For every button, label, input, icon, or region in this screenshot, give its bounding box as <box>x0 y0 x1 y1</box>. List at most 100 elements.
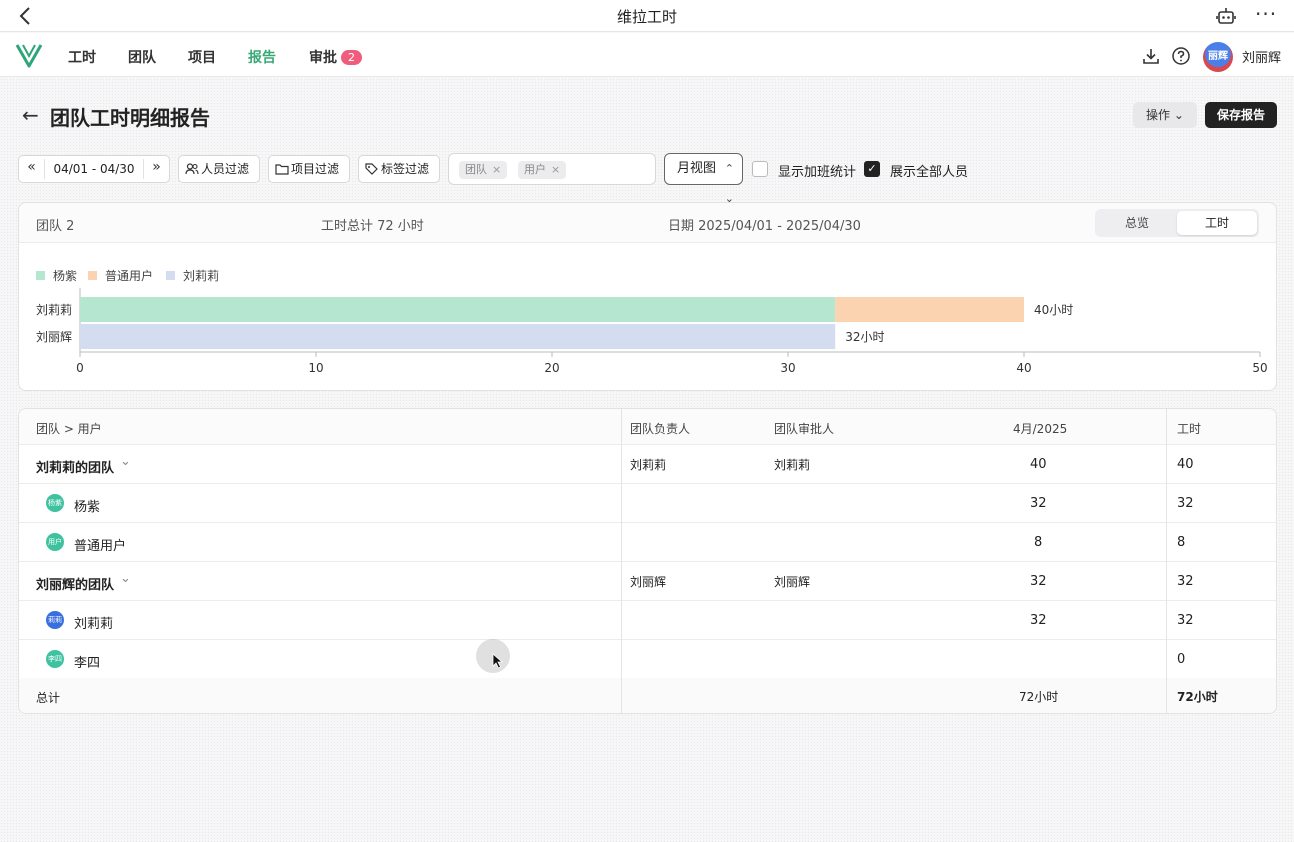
user-row[interactable]: 杨紫 杨紫 32 32 <box>19 484 1276 523</box>
header-team-user: 团队 > 用户 <box>36 422 102 436</box>
grand-total: 72小时 <box>1177 690 1218 704</box>
user-row[interactable]: 莉莉 刘莉莉 32 32 <box>19 601 1276 640</box>
user-avatar: 李四 <box>46 650 64 668</box>
approval-count-badge: 2 <box>341 50 362 65</box>
mouse-cursor-icon <box>492 653 504 669</box>
remove-chip-icon[interactable]: × <box>551 163 560 176</box>
help-icon[interactable] <box>1171 46 1191 66</box>
nav-reports[interactable]: 报告 <box>248 47 276 67</box>
x-tick-label: 0 <box>76 361 84 375</box>
tag-filter-label: 标签过滤 <box>381 162 430 176</box>
view-toggle: 总览 工时 <box>1095 209 1259 237</box>
column-divider <box>621 409 622 713</box>
header-hours: 工时 <box>1177 422 1202 436</box>
tab-overview[interactable]: 总览 <box>1097 211 1177 235</box>
total-hours: 32 <box>1177 574 1194 589</box>
x-tick-label: 50 <box>1252 361 1267 375</box>
user-row[interactable]: 李四 李四 0 <box>19 640 1276 679</box>
legend-item[interactable]: 杨紫 <box>36 267 77 284</box>
legend-swatch <box>36 271 45 280</box>
people-filter-button[interactable]: 人员过滤 <box>178 155 260 183</box>
nav-approvals-label: 审批 <box>309 50 337 66</box>
user-name[interactable]: 刘丽辉 <box>1242 47 1281 66</box>
page-back-arrow-icon[interactable]: ← <box>22 103 39 127</box>
user-row[interactable]: 用户 普通用户 8 8 <box>19 523 1276 562</box>
summary-total: 工时总计 72 小时 <box>321 219 424 234</box>
month-hours: 8 <box>1034 535 1043 550</box>
view-select-value: 月视图 <box>677 161 717 176</box>
legend-swatch <box>166 271 175 280</box>
total-hours: 32 <box>1177 613 1194 628</box>
team-row[interactable]: 刘莉莉的团队 ⌄ 刘莉莉 刘莉莉 40 40 <box>19 445 1276 484</box>
user-name: 刘莉莉 <box>74 617 114 632</box>
chevron-down-icon[interactable]: ⌄ <box>120 571 131 586</box>
chevron-down-icon[interactable]: ⌄ <box>120 454 131 469</box>
next-period-icon[interactable]: » <box>143 159 169 179</box>
user-avatar: 用户 <box>46 533 64 551</box>
x-tick-label: 20 <box>544 361 559 375</box>
show-all-people-checkbox[interactable]: ✓ <box>864 161 880 177</box>
category-label: 刘丽辉 <box>36 330 72 344</box>
download-icon[interactable] <box>1141 46 1161 66</box>
legend-label: 刘莉莉 <box>183 269 220 283</box>
checkmark-icon: ✓ <box>867 162 877 175</box>
prev-period-icon[interactable]: « <box>19 159 45 179</box>
nav-teams[interactable]: 团队 <box>128 47 156 67</box>
total-hours: 40 <box>1177 457 1194 472</box>
total-hours: 0 <box>1177 652 1186 667</box>
total-hours: 8 <box>1177 535 1186 550</box>
save-report-button[interactable]: 保存报告 <box>1205 102 1277 128</box>
nav-projects[interactable]: 项目 <box>188 47 216 67</box>
month-hours: 40 <box>1030 457 1047 472</box>
team-name: 刘丽辉的团队 <box>36 578 115 593</box>
user-avatar[interactable]: 丽辉 <box>1203 42 1233 72</box>
team-row[interactable]: 刘丽辉的团队 ⌄ 刘丽辉 刘丽辉 32 32 <box>19 562 1276 601</box>
chart-card: 团队 2 工时总计 72 小时 日期 2025/04/01 - 2025/04/… <box>18 202 1277 391</box>
category-label: 刘莉莉 <box>36 303 72 317</box>
bar-segment <box>835 297 1024 322</box>
people-icon <box>185 163 199 175</box>
x-tick-label: 30 <box>780 361 795 375</box>
date-range[interactable]: 04/01 - 04/30 <box>47 162 141 176</box>
x-tick-label: 10 <box>308 361 323 375</box>
more-icon[interactable]: ··· <box>1255 2 1277 26</box>
legend-label: 普通用户 <box>105 269 154 283</box>
user-avatar: 莉莉 <box>46 611 64 629</box>
group-by-input[interactable]: 团队 × 用户 × <box>448 153 656 185</box>
legend-label: 杨紫 <box>53 269 78 283</box>
header-leader: 团队负责人 <box>630 422 691 436</box>
show-all-people-label: 展示全部人员 <box>890 165 969 180</box>
tag-filter-button[interactable]: 标签过滤 <box>358 155 440 183</box>
total-row: 总计 72小时 72小时 <box>19 678 1276 713</box>
bar-value-label: 32小时 <box>845 330 884 344</box>
report-table: 团队 > 用户 团队负责人 团队审批人 4月/2025 工时 刘莉莉的团队 ⌄ … <box>18 408 1277 714</box>
chip-team: 团队 × <box>459 161 508 179</box>
team-leader: 刘丽辉 <box>630 575 667 589</box>
top-nav: 工时 团队 项目 报告 审批 2 丽辉 刘丽辉 <box>0 33 1294 77</box>
legend-item[interactable]: 刘莉莉 <box>166 267 219 284</box>
logo-icon <box>15 44 43 68</box>
summary-team: 团队 2 <box>36 219 75 234</box>
operations-dropdown-button[interactable]: 操作 ⌄ <box>1133 102 1197 128</box>
month-hours: 32 <box>1030 574 1047 589</box>
tab-hours[interactable]: 工时 <box>1177 211 1257 235</box>
team-name: 刘莉莉的团队 <box>36 461 115 476</box>
chip-team-label: 团队 <box>465 163 487 176</box>
project-filter-button[interactable]: 项目过滤 <box>268 155 350 183</box>
chip-user: 用户 × <box>518 161 567 179</box>
nav-approvals[interactable]: 审批 2 <box>309 47 362 67</box>
tag-icon <box>365 163 378 175</box>
legend-item[interactable]: 普通用户 <box>88 267 153 284</box>
show-overtime-checkbox[interactable] <box>752 161 768 177</box>
user-avatar: 杨紫 <box>46 494 64 512</box>
date-range-picker: « 04/01 - 04/30 » <box>18 155 170 183</box>
chart-summary-bar: 团队 2 工时总计 72 小时 日期 2025/04/01 - 2025/04/… <box>19 203 1276 243</box>
nav-hours[interactable]: 工时 <box>68 47 96 67</box>
bar-segment <box>80 324 836 349</box>
view-select[interactable]: 月视图 ⌃ ⌄ <box>664 153 743 205</box>
x-tick-label: 40 <box>1016 361 1031 375</box>
legend-swatch <box>88 271 97 280</box>
remove-chip-icon[interactable]: × <box>492 163 501 176</box>
month-hours: 32 <box>1030 496 1047 511</box>
robot-icon[interactable] <box>1216 6 1236 26</box>
